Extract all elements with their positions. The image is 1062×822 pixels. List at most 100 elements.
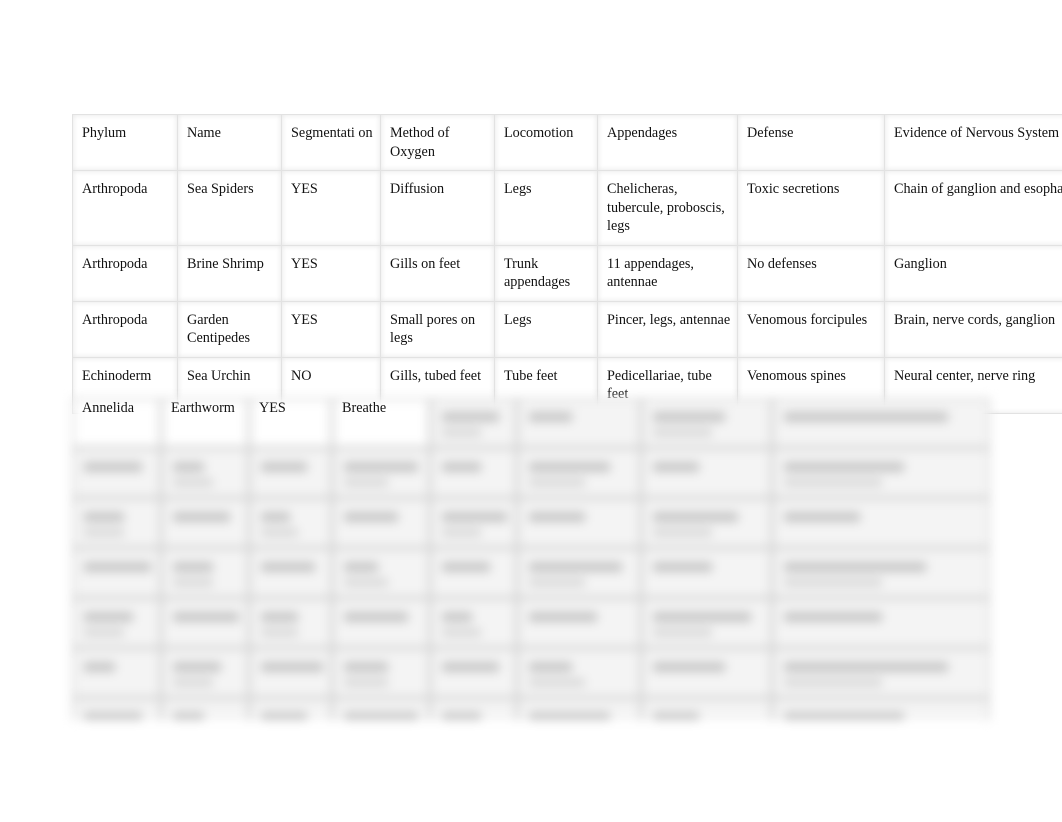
- blurred-cell: [641, 698, 772, 720]
- blurred-text: [344, 578, 388, 587]
- blurred-cell: [72, 648, 161, 698]
- cell-defense: No defenses: [737, 244, 885, 302]
- blurred-text: [84, 562, 151, 572]
- blurred-cell: [641, 398, 772, 448]
- blurred-text: [442, 428, 481, 437]
- blurred-cell: [249, 498, 332, 548]
- blurred-text: [784, 662, 948, 672]
- cell-phylum: Arthropoda: [72, 170, 178, 246]
- blurred-text: [84, 528, 124, 537]
- cell-name: Garden Centipedes: [177, 300, 282, 358]
- blurred-text: [653, 662, 725, 672]
- cell-phylum: Phylum: [72, 114, 178, 171]
- blurred-cell: [72, 548, 161, 598]
- blurred-text: [784, 562, 926, 572]
- cell-defense: Defense: [737, 114, 885, 171]
- blurred-text: [784, 578, 882, 587]
- cell-oxygen: Diffusion: [380, 170, 495, 246]
- blurred-text: [261, 562, 315, 572]
- blurred-text: [653, 628, 712, 637]
- blurred-text: [344, 562, 378, 572]
- blurred-text: [529, 412, 572, 422]
- blurred-cell: [161, 698, 249, 720]
- cell-segmentation: YES: [259, 400, 286, 416]
- blurred-cell: [641, 598, 772, 648]
- blurred-table-rows: [72, 398, 990, 720]
- blurred-text: [344, 712, 418, 720]
- blurred-text: [784, 512, 860, 522]
- blurred-cell: [430, 648, 517, 698]
- blurred-text: [344, 512, 398, 522]
- blurred-text: [442, 628, 481, 637]
- cell-locomotion: Locomotion: [494, 114, 598, 171]
- blurred-text: [653, 528, 712, 537]
- blurred-cell: [161, 498, 249, 548]
- cell-nervous-system: Chain of ganglion and esophagus: [884, 170, 1062, 246]
- blurred-text: [84, 462, 142, 472]
- blurred-cell: [72, 698, 161, 720]
- cell-segmentation: YES: [281, 170, 381, 246]
- blurred-text: [344, 678, 388, 687]
- cell-name: Brine Shrimp: [177, 244, 282, 302]
- cell-oxygen: Breathe: [342, 400, 387, 416]
- cell-name: Name: [177, 114, 282, 171]
- blurred-text: [173, 662, 221, 672]
- blurred-cell: [641, 548, 772, 598]
- blurred-cell: [517, 448, 641, 498]
- blurred-cell: [641, 648, 772, 698]
- blurred-text: [173, 678, 213, 687]
- cell-segmentation: YES: [281, 244, 381, 302]
- blurred-cell: [430, 398, 517, 448]
- blurred-text: [344, 462, 418, 472]
- blurred-text: [261, 628, 298, 637]
- blurred-cell: [332, 648, 430, 698]
- cell-defense: Toxic secretions: [737, 170, 885, 246]
- blurred-text: [653, 412, 725, 422]
- blurred-cell: [332, 448, 430, 498]
- blurred-text: [344, 612, 408, 622]
- blurred-text: [529, 562, 622, 572]
- table-row: Arthropoda Brine Shrimp YES Gills on feet Tr…: [72, 244, 1062, 302]
- blurred-cell: [430, 698, 517, 720]
- blurred-cell: [161, 548, 249, 598]
- blurred-text: [442, 528, 481, 537]
- blurred-text: [84, 628, 124, 637]
- blurred-cell: [772, 398, 990, 448]
- blurred-cell: [772, 448, 990, 498]
- blurred-text: [442, 462, 481, 472]
- blurred-text: [261, 462, 307, 472]
- cell-oxygen: Method of Oxygen: [380, 114, 495, 171]
- blurred-text: [784, 712, 904, 720]
- table-row: Arthropoda Garden Centipedes YES Small pore…: [72, 300, 1062, 358]
- blurred-text: [442, 562, 490, 572]
- blurred-cell: [161, 448, 249, 498]
- blurred-cell: [430, 548, 517, 598]
- blurred-cell: [332, 598, 430, 648]
- blurred-cell: [772, 698, 990, 720]
- blurred-text: [784, 678, 882, 687]
- header-row: Phylum Name Segmentati on Method of Oxygen L…: [72, 114, 1062, 171]
- blurred-text: [529, 512, 585, 522]
- cell-phylum: Arthropoda: [72, 300, 178, 358]
- cell-locomotion: Legs: [494, 170, 598, 246]
- blurred-text: [173, 578, 213, 587]
- blurred-text: [442, 662, 499, 672]
- cell-oxygen: Gills on feet: [380, 244, 495, 302]
- cell-phylum: Arthropoda: [72, 244, 178, 302]
- blurred-text: [529, 662, 572, 672]
- blurred-cell: [249, 698, 332, 720]
- blurred-cell: [772, 548, 990, 598]
- blurred-text: [784, 462, 904, 472]
- blurred-cell: [161, 648, 249, 698]
- blurred-text: [173, 712, 204, 720]
- cell-segmentation: YES: [281, 300, 381, 358]
- blurred-cell: [517, 648, 641, 698]
- annelida-row-visible-cells: Annelida Earthworm YES Breathe: [72, 398, 430, 430]
- blurred-text: [173, 562, 213, 572]
- blurred-cell: [517, 548, 641, 598]
- cell-defense: Venomous forcipules: [737, 300, 885, 358]
- blurred-cell: [430, 598, 517, 648]
- blurred-text: [442, 712, 481, 720]
- blurred-text: [653, 612, 751, 622]
- blurred-text: [784, 612, 882, 622]
